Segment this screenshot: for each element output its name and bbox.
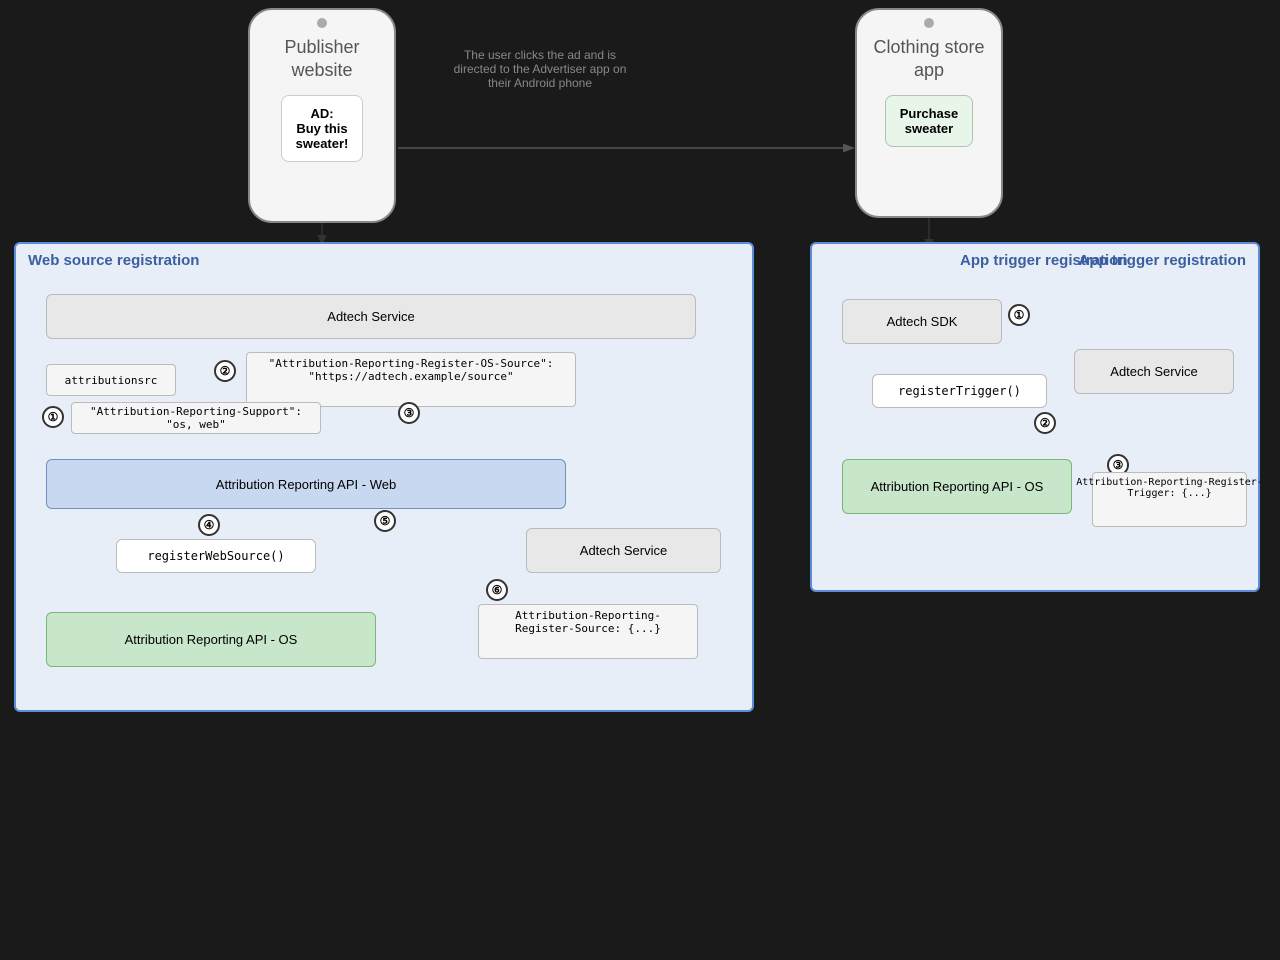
clothing-phone: Clothing storeapp Purchasesweater [855,8,1003,218]
step-6-circle: ⑥ [486,579,508,601]
web-api-os: Attribution Reporting API - OS [46,612,376,667]
clothing-phone-title: Clothing storeapp [861,32,996,87]
app-adtech-sdk: Adtech SDK [842,299,1002,344]
app-api-os: Attribution Reporting API - OS [842,459,1072,514]
publisher-phone-title: Publisherwebsite [272,32,371,87]
register-web-source-box: registerWebSource() [116,539,316,573]
diagram-area: Publisherwebsite AD:Buy thissweater! The… [0,0,1280,960]
app-title-label: App trigger registration [960,252,1128,269]
arrow-label-text: The user clicks the ad and isdirected to… [454,48,627,90]
register-source-header-box: Attribution-Reporting-Register-Source: {… [478,604,698,659]
web-source-section: Web source registration Adtech Service a… [14,242,754,712]
header-response-box: "Attribution-Reporting-Register-OS-Sourc… [246,352,576,407]
register-trigger-label: registerTrigger() [898,384,1021,398]
web-section-title: Web source registration [28,252,199,269]
web-adtech-service-top: Adtech Service [46,294,696,339]
step-3-circle: ③ [398,402,420,424]
web-api-web: Attribution Reporting API - Web [46,459,566,509]
step-4-circle: ④ [198,514,220,536]
step-1-circle: ① [42,406,64,428]
step-2-circle: ② [214,360,236,382]
attributionsrc-box: attributionsrc [46,364,176,396]
app-trigger-section: App trigger registration Adtech SDK ① re… [810,242,1260,592]
register-trigger-header-box: Attribution-Reporting-Register-Trigger: … [1092,472,1247,527]
ad-label: AD:Buy thissweater! [296,106,349,151]
publisher-phone: Publisherwebsite AD:Buy thissweater! [248,8,396,223]
register-web-source-label: registerWebSource() [147,549,284,563]
app-step-2-circle: ② [1034,412,1056,434]
publisher-ad-content: AD:Buy thissweater! [281,95,364,162]
arrow-label: The user clicks the ad and isdirected to… [430,48,650,90]
purchase-label: Purchasesweater [900,106,959,136]
support-header-box: "Attribution-Reporting-Support": "os, we… [71,402,321,434]
app-adtech-service: Adtech Service [1074,349,1234,394]
app-step-1-circle: ① [1008,304,1030,326]
web-adtech-service-bottom: Adtech Service [526,528,721,573]
step-5-circle: ⑤ [374,510,396,532]
publisher-phone-dot [317,18,327,28]
clothing-purchase-button: Purchasesweater [885,95,974,147]
clothing-phone-dot [924,18,934,28]
register-trigger-box: registerTrigger() [872,374,1047,408]
